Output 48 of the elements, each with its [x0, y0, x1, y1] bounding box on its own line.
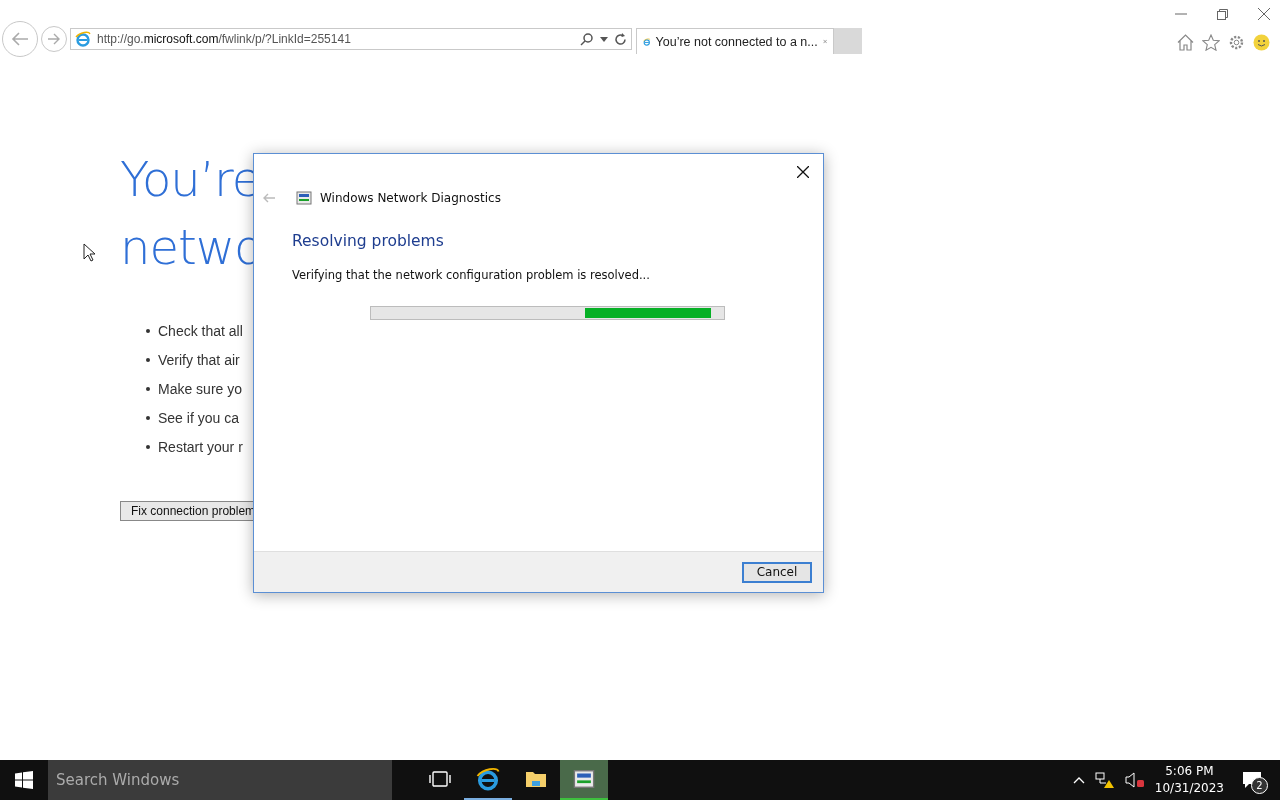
back-arrow-icon: [10, 31, 30, 47]
bullet-icon: [146, 445, 150, 449]
home-icon[interactable]: [1177, 33, 1194, 51]
close-icon[interactable]: [1258, 8, 1270, 20]
close-icon: [797, 166, 809, 178]
url-text: http://go.microsoft.com/fwlink/p/?LinkId=255141: [97, 32, 352, 46]
browser-icon: [476, 767, 500, 791]
star-icon[interactable]: [1202, 33, 1220, 51]
task-view-icon: [429, 771, 451, 787]
notifications-button[interactable]: 2: [1234, 764, 1270, 796]
dialog-heading: Resolving problems: [292, 232, 444, 250]
list-item-text: Restart your r: [158, 438, 243, 457]
chevron-up-icon[interactable]: [1072, 776, 1085, 784]
network-warning-icon[interactable]: [1094, 771, 1115, 789]
list-item-text: Verify that air: [158, 351, 240, 370]
cursor-icon: [83, 243, 95, 262]
refresh-icon[interactable]: [614, 32, 627, 46]
bullet-icon: [146, 416, 150, 420]
date-text: 10/31/2023: [1154, 780, 1224, 797]
tab-title: You’re not connected to a n...: [655, 34, 818, 49]
search-icon[interactable]: [580, 32, 594, 46]
browser-tab[interactable]: You’re not connected to a n...: [636, 28, 834, 54]
bullet-icon: [146, 329, 150, 333]
forward-arrow-icon: [47, 33, 61, 45]
list-item-text: Make sure yo: [158, 380, 243, 399]
caret-icon[interactable]: [600, 36, 608, 42]
network-diagnostics-icon: [573, 768, 595, 790]
bullet-icon: [146, 358, 150, 362]
status-message: Verifying that the network configuration problem is resolved...: [292, 268, 650, 282]
address-bar[interactable]: http://go.microsoft.com/fwlink/p/?LinkId=255141: [70, 28, 632, 50]
smiley-icon[interactable]: [1253, 33, 1270, 51]
list-item-text: See if you ca: [158, 409, 239, 428]
page-heading: You’re: [120, 151, 261, 207]
cancel-button[interactable]: Cancel: [742, 561, 812, 583]
notification-count: 2: [1251, 777, 1268, 794]
settings-icon[interactable]: [1228, 33, 1245, 51]
clock[interactable]: 5:06 PM 10/31/2023: [1154, 763, 1224, 797]
muted-speaker-icon[interactable]: [1124, 772, 1145, 788]
dialog-title: Windows Network Diagnostics: [320, 191, 501, 205]
list-item-text: Check that all: [158, 322, 243, 341]
network-diagnostics-icon: [296, 190, 312, 206]
folder-icon: [525, 769, 547, 789]
restore-icon[interactable]: [1217, 8, 1228, 20]
bullet-icon: [146, 387, 150, 391]
search-field[interactable]: Search Windows: [48, 760, 392, 800]
time-text: 5:06 PM: [1165, 763, 1214, 780]
windows-logo-icon: [15, 771, 33, 789]
browser-icon: [75, 31, 91, 47]
